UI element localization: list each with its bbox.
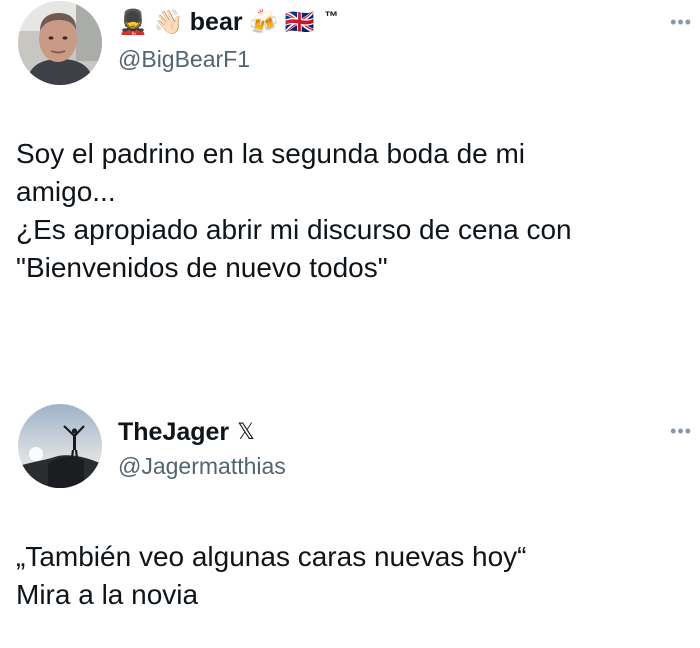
divider [0, 381, 700, 382]
waving-hand-emoji: 👋🏻 [153, 8, 184, 36]
avatar[interactable] [18, 404, 102, 488]
tweet-jagermatthias[interactable]: TheJager 𝕏 @Jagermatthias ••• „También v… [0, 395, 700, 648]
tweet-text: „También veo algunas caras nuevas hoy“ M… [16, 538, 686, 614]
more-options-icon[interactable]: ••• [670, 421, 692, 442]
avatar[interactable] [18, 1, 102, 85]
author-name-row[interactable]: TheJager 𝕏 [118, 415, 255, 449]
uk-flag-emoji: 🇬🇧 [284, 8, 315, 36]
author-handle[interactable]: @Jagermatthias [118, 453, 286, 480]
guard-emoji: 💂 [118, 8, 148, 36]
tweet-text-line: amigo... [16, 176, 116, 207]
beer-mugs-emoji: 🍻 [248, 8, 279, 36]
display-name[interactable]: TheJager [118, 418, 229, 447]
tweet-text-line: "Bienvenidos de nuevo todos" [16, 252, 388, 283]
tweet-bigbearf1[interactable]: 💂 👋🏻 bear 🍻 🇬🇧 ™ @BigBearF1 ••• Soy el p… [0, 0, 700, 380]
tweet-text-line: Mira a la novia [16, 579, 199, 610]
author-name-row[interactable]: 💂 👋🏻 bear 🍻 🇬🇧 ™ [118, 4, 338, 40]
man-portrait-avatar-image [18, 1, 102, 85]
tweet-text-line: Soy el padrino en la segunda boda de mi [16, 138, 526, 169]
tweet-text: Soy el padrino en la segunda boda de mi … [16, 135, 686, 287]
silhouette-on-rock-avatar-image [18, 404, 102, 488]
display-name[interactable]: bear [190, 8, 243, 37]
tweet-text-line: ¿Es apropiado abrir mi discurso de cena … [16, 214, 572, 245]
tweet-text-line: „También veo algunas caras nuevas hoy“ [16, 541, 527, 572]
more-options-icon[interactable]: ••• [670, 12, 692, 33]
trademark-symbol: ™ [324, 8, 339, 24]
x-logo-icon: 𝕏 [237, 419, 255, 445]
author-handle[interactable]: @BigBearF1 [118, 46, 250, 73]
